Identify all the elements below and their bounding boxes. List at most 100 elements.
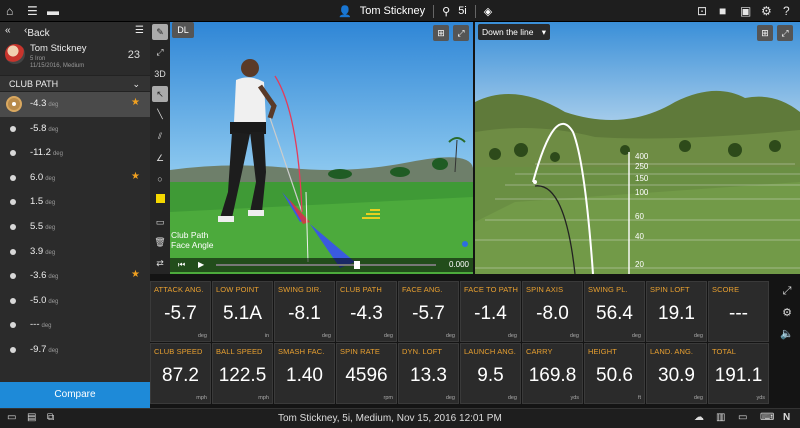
shot-item[interactable]: -5.0 deg (0, 289, 150, 314)
metric-tile[interactable]: SWING DIR. -8.1 deg (274, 281, 335, 342)
circle-icon[interactable]: ○ (152, 171, 168, 187)
metric-tile[interactable]: BALL SPEED 122.5 mph (212, 343, 273, 404)
double-line-icon[interactable]: ⫽ (152, 128, 168, 144)
line-tool-icon[interactable]: ⤢ (152, 44, 168, 60)
metric-tile[interactable]: CARRY 169.8 yds (522, 343, 583, 404)
tiles-settings-icon[interactable]: ⚙ (778, 306, 796, 319)
collapse-icon[interactable]: « (5, 25, 11, 36)
mode-3d-button[interactable]: 3D (152, 66, 168, 82)
shot-item[interactable]: -3.6 deg ★ (0, 264, 150, 289)
compare-button[interactable]: Compare (0, 382, 150, 408)
metric-tile[interactable]: SMASH FAC. 1.40 (274, 343, 335, 404)
screenshot-icon[interactable]: ⊡ (697, 3, 707, 19)
angle-icon[interactable]: ∠ (152, 150, 168, 166)
metric-tile[interactable]: LAND. ANG. 30.9 deg (646, 343, 707, 404)
home-icon[interactable]: ⌂ (6, 3, 13, 19)
pen-icon[interactable]: ✎ (152, 24, 168, 40)
shot-item[interactable]: -11.2 deg (0, 141, 150, 166)
shot-radio[interactable] (10, 125, 16, 132)
metric-tile[interactable]: SPIN AXIS -8.0 deg (522, 281, 583, 342)
metric-tile[interactable]: ATTACK ANG. -5.7 deg (150, 281, 211, 342)
layout-icon[interactable]: ▤ (27, 412, 36, 423)
shot-item[interactable]: -9.7 deg (0, 338, 150, 363)
monitor-icon[interactable]: ▭ (738, 412, 747, 423)
star-icon[interactable]: ★ (131, 269, 140, 280)
keyboard-icon[interactable]: ⌨ (760, 412, 774, 423)
shot-item[interactable]: 6.0 deg ★ (0, 166, 150, 191)
shot-radio[interactable] (10, 322, 16, 329)
header-player-name[interactable]: Tom Stickney (360, 5, 425, 17)
chevron-down-icon[interactable]: ⌄ (132, 79, 140, 90)
sim-grid-icon[interactable]: ⊞ (757, 25, 773, 41)
distance-marker: 100 (635, 188, 649, 197)
shot-item[interactable]: 1.5 deg (0, 190, 150, 215)
pointer-icon[interactable]: ↖ (152, 86, 168, 102)
menu-icon[interactable]: ☰ (135, 25, 144, 36)
shot-radio[interactable] (10, 199, 16, 206)
back-button[interactable]: ‹ Back (24, 25, 50, 39)
shot-radio[interactable] (10, 248, 16, 255)
shot-item[interactable]: 5.5 deg (0, 215, 150, 240)
sim-expand-icon[interactable]: ⤢ (777, 25, 793, 41)
grid-icon[interactable]: ⊞ (433, 25, 449, 41)
metric-tile[interactable]: SPIN RATE 4596 rpm (336, 343, 397, 404)
metric-tile[interactable]: FACE TO PATH -1.4 deg (460, 281, 521, 342)
cloud-upload-icon[interactable]: ☁ (694, 412, 704, 423)
metric-tile[interactable]: SCORE --- (708, 281, 769, 342)
shot-item[interactable]: -5.8 deg (0, 117, 150, 142)
metric-tile[interactable]: HEIGHT 50.6 ft (584, 343, 645, 404)
shot-radio[interactable] (10, 174, 16, 181)
metric-tile[interactable]: LAUNCH ANG. 9.5 deg (460, 343, 521, 404)
parameter-selector[interactable]: CLUB PATH ⌄ (0, 76, 150, 92)
metric-tile[interactable]: SWING PL. 56.4 deg (584, 281, 645, 342)
shot-item[interactable]: 3.9 deg (0, 240, 150, 265)
ball-flight-view[interactable]: 400 250 150 100 60 40 20 (475, 22, 800, 274)
metric-tile[interactable]: CLUB PATH -4.3 deg (336, 281, 397, 342)
copy-icon[interactable]: ⧉ (47, 412, 54, 423)
shot-radio[interactable] (10, 346, 16, 353)
trash-icon[interactable]: 🗑 (152, 234, 168, 250)
metric-tile[interactable]: LOW POINT 5.1A in (212, 281, 273, 342)
shot-radio[interactable] (6, 96, 22, 112)
shot-value: -11.2 deg (30, 147, 63, 158)
play-icon[interactable]: ▶ (198, 260, 204, 269)
metric-tile[interactable]: SPIN LOFT 19.1 deg (646, 281, 707, 342)
shot-item[interactable]: --- deg (0, 313, 150, 338)
folder-icon[interactable]: ▬ (47, 3, 59, 19)
star-icon[interactable]: ★ (131, 171, 140, 182)
list-icon[interactable]: ☰ (27, 3, 38, 19)
star-icon[interactable]: ★ (131, 97, 140, 108)
skip-back-icon[interactable]: ⏮ (178, 260, 185, 270)
panel-icon[interactable]: ▭ (7, 412, 16, 423)
shot-radio[interactable] (10, 297, 16, 304)
metric-value: 1.40 (286, 365, 323, 386)
shot-radio[interactable] (10, 223, 16, 230)
camera-icon[interactable]: ■ (719, 3, 726, 19)
metric-tile[interactable]: CLUB SPEED 87.2 mph (150, 343, 211, 404)
metric-tile[interactable]: FACE ANG. -5.7 deg (398, 281, 459, 342)
chart-icon[interactable]: ▥ (716, 412, 725, 423)
header-club[interactable]: 5i (458, 5, 467, 17)
expand-icon[interactable]: ⤢ (453, 25, 469, 41)
swing-video[interactable] (170, 22, 473, 274)
line-icon[interactable]: ╲ (152, 106, 168, 122)
view-select[interactable]: Down the line ▾ (478, 24, 550, 40)
metric-tile[interactable]: DYN. LOFT 13.3 deg (398, 343, 459, 404)
swap-icon[interactable]: ⇄ (152, 255, 168, 271)
fullscreen-icon[interactable]: ⤢ (778, 285, 796, 298)
player-profile[interactable]: Tom Stickney 5 Iron 11/15/2016, Medium 2… (0, 40, 150, 76)
gear-icon[interactable]: ⚙ (761, 3, 772, 19)
scrubber-handle[interactable] (354, 261, 360, 269)
shot-radio[interactable] (10, 273, 16, 280)
color-swatch-icon[interactable] (152, 192, 168, 208)
rectangle-icon[interactable]: ▭ (152, 214, 168, 230)
view-label-button[interactable]: DL (172, 22, 194, 38)
sound-icon[interactable]: 🔈 (778, 327, 796, 340)
video-scrubber[interactable] (216, 261, 436, 269)
metric-tile[interactable]: TOTAL 191.1 yds (708, 343, 769, 404)
shot-item[interactable]: -4.3 deg ★ (0, 92, 150, 117)
display-icon[interactable]: ▣ (740, 3, 751, 19)
shot-radio[interactable] (10, 150, 16, 157)
tag-icon[interactable]: ◈ (484, 5, 492, 18)
help-icon[interactable]: ? (783, 3, 790, 19)
